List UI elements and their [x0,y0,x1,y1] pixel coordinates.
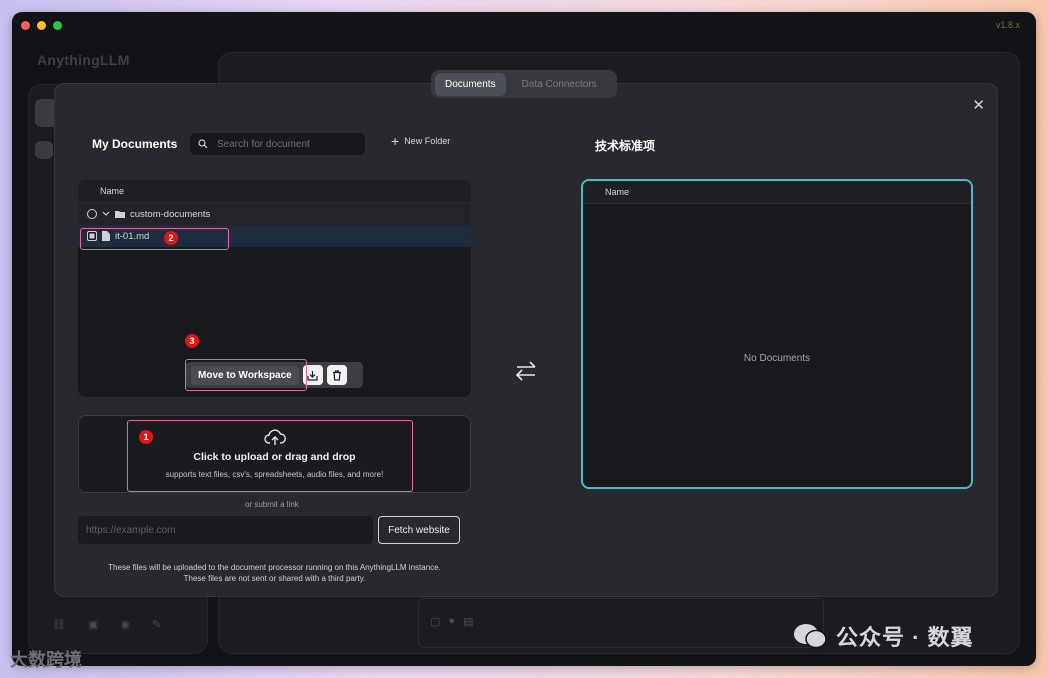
background-prompt-bar [418,598,824,648]
book-icon: ▣ [87,619,99,631]
delete-button[interactable] [326,365,347,385]
link-icon: ⛓ [52,619,66,631]
close-icon[interactable]: ✕ [972,96,985,114]
wrench-icon: ✎ [151,619,162,631]
folder-checkbox[interactable] [87,209,97,219]
window-minimize-button[interactable] [37,21,46,30]
step-badge-2: 2 [164,231,178,245]
upload-disclaimer: These files will be uploaded to the docu… [78,562,471,584]
at-icon: ● [448,615,456,627]
trash-icon [332,369,341,381]
highlight-upload [127,420,413,492]
modal-tabs: Documents Data Connectors [431,70,617,98]
highlight-file-row [80,228,229,250]
version-label: v1.8.x [995,20,1020,30]
url-input[interactable] [78,516,373,544]
search-icon [198,139,208,149]
workspace-title: 技术标准项 [595,139,656,153]
step-badge-3: 3 [185,334,199,348]
plus-icon: + [391,133,400,149]
watermark-corner: 大数跨境 [10,650,82,670]
search-input[interactable] [215,137,359,151]
watermark-text: 公众号 · 数翼 [836,625,974,650]
chevron-down-icon[interactable] [102,211,110,217]
background-footer-icons: ⛓ ▣ ◉ ✎ [52,618,161,631]
watermark-main: 公众号 · 数翼 [792,620,974,652]
wechat-icon [794,624,827,649]
my-documents-title: My Documents [92,137,178,151]
no-documents-text: No Documents [743,353,811,364]
discord-icon: ◉ [120,619,130,631]
app-logo: AnythingLLM [37,52,130,68]
swap-arrows-icon [515,361,536,381]
background-grid-icon [35,141,53,159]
tab-data-connectors[interactable]: Data Connectors [512,73,607,96]
or-submit-link-label: or submit a link [245,500,299,509]
background-prompt-icons: ▢ ● ▤ [430,615,473,628]
attach-icon: ▢ [430,616,441,628]
workspace-documents-table: Name No Documents [581,179,973,489]
folder-row[interactable]: custom-documents [78,203,471,225]
app-window: v1.8.x AnythingLLM ▢ ● ▤ ⛓ ▣ ◉ ✎ ✕ My Do… [12,12,1036,666]
workspace-table-header-name: Name [583,181,971,204]
table-header-name: Name [78,180,471,203]
highlight-move-button [185,359,307,391]
document-search[interactable] [190,133,365,155]
disclaimer-line-2: These files are not sent or shared with … [183,574,366,583]
window-controls [21,21,62,30]
step-badge-1: 1 [139,430,153,444]
document-manager-modal: ✕ My Documents + New Folder Name custom-… [54,83,998,597]
new-folder-button[interactable]: + New Folder [391,133,451,149]
folder-icon [115,211,125,218]
window-close-button[interactable] [21,21,30,30]
fetch-website-button[interactable]: Fetch website [378,516,460,544]
window-maximize-button[interactable] [53,21,62,30]
tray-download-icon [307,370,318,381]
new-folder-label: New Folder [404,136,451,146]
disclaimer-line-1: These files will be uploaded to the docu… [108,563,441,572]
text-icon: ▤ [463,616,474,628]
tab-documents[interactable]: Documents [435,72,506,96]
folder-name: custom-documents [130,208,211,220]
